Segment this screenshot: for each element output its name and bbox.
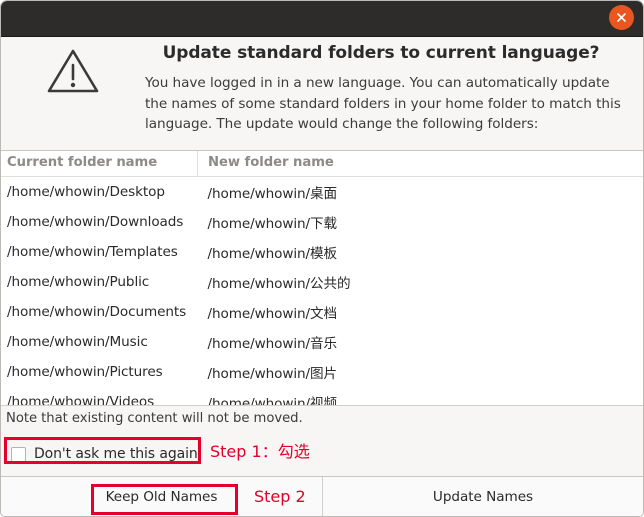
folders-table-body: /home/whowin/Desktop/home/whowin/桌面/home… (1, 177, 643, 406)
dont-ask-again-row[interactable]: Don't ask me this again (11, 446, 198, 462)
table-row: /home/whowin/Public/home/whowin/公共的 (1, 267, 643, 297)
cell-current-folder: /home/whowin/Downloads (7, 214, 184, 230)
warning-triangle-icon (47, 49, 99, 93)
cell-current-folder: /home/whowin/Templates (7, 244, 178, 260)
cell-current-folder: /home/whowin/Desktop (7, 184, 165, 200)
folders-table: Current folder name New folder name /hom… (1, 151, 643, 406)
table-row: /home/whowin/Desktop/home/whowin/桌面 (1, 177, 643, 208)
table-row: /home/whowin/Documents/home/whowin/文档 (1, 297, 643, 327)
titlebar (1, 1, 643, 37)
cell-new-folder: /home/whowin/模板 (207, 246, 338, 262)
dont-ask-again-checkbox[interactable] (11, 446, 26, 462)
cell-new-folder: /home/whowin/下载 (207, 216, 338, 232)
table-row: /home/whowin/Templates/home/whowin/模板 (1, 237, 643, 267)
cell-current-folder: /home/whowin/Videos (7, 394, 155, 406)
close-window-button[interactable] (609, 5, 634, 30)
table-row: /home/whowin/Downloads/home/whowin/下载 (1, 207, 643, 237)
table-row: /home/whowin/Music/home/whowin/音乐 (1, 327, 643, 357)
column-header-new-folder: New folder name (197, 151, 643, 177)
dialog-button-row: Keep Old Names Update Names (1, 477, 643, 516)
message-area: Update standard folders to current langu… (1, 37, 643, 151)
note-area: Note that existing content will not be m… (1, 406, 643, 477)
annotation-step-2: Step 2 (254, 487, 306, 506)
cell-new-folder: /home/whowin/图片 (207, 366, 338, 382)
annotation-step-1: Step 1：勾选 (210, 442, 310, 461)
table-row: /home/whowin/Videos/home/whowin/视频 (1, 387, 643, 406)
cell-new-folder: /home/whowin/音乐 (207, 336, 338, 352)
table-row: /home/whowin/Pictures/home/whowin/图片 (1, 357, 643, 387)
column-header-current-folder: Current folder name (1, 151, 198, 177)
message-text-block: Update standard folders to current langu… (145, 43, 627, 135)
table-header-row: Current folder name New folder name (1, 151, 643, 177)
dialog-description: You have logged in in a new language. Yo… (145, 75, 621, 133)
folders-table-container: Current folder name New folder name /hom… (1, 151, 643, 406)
cell-current-folder: /home/whowin/Music (7, 334, 148, 350)
close-icon (617, 13, 626, 22)
dont-ask-again-label[interactable]: Don't ask me this again (34, 446, 198, 462)
cell-new-folder: /home/whowin/视频 (207, 396, 338, 406)
update-folders-dialog: Update standard folders to current langu… (0, 0, 644, 517)
update-names-button[interactable]: Update Names (322, 477, 643, 516)
cell-current-folder: /home/whowin/Pictures (7, 364, 163, 380)
cell-new-folder: /home/whowin/公共的 (207, 276, 351, 292)
dialog-title: Update standard folders to current langu… (162, 43, 600, 63)
cell-current-folder: /home/whowin/Public (7, 274, 150, 290)
cell-current-folder: /home/whowin/Documents (7, 304, 187, 320)
note-text: Note that existing content will not be m… (6, 411, 303, 426)
cell-new-folder: /home/whowin/桌面 (207, 186, 338, 202)
cell-new-folder: /home/whowin/文档 (207, 306, 338, 322)
folders-table-head: Current folder name New folder name (1, 151, 643, 177)
